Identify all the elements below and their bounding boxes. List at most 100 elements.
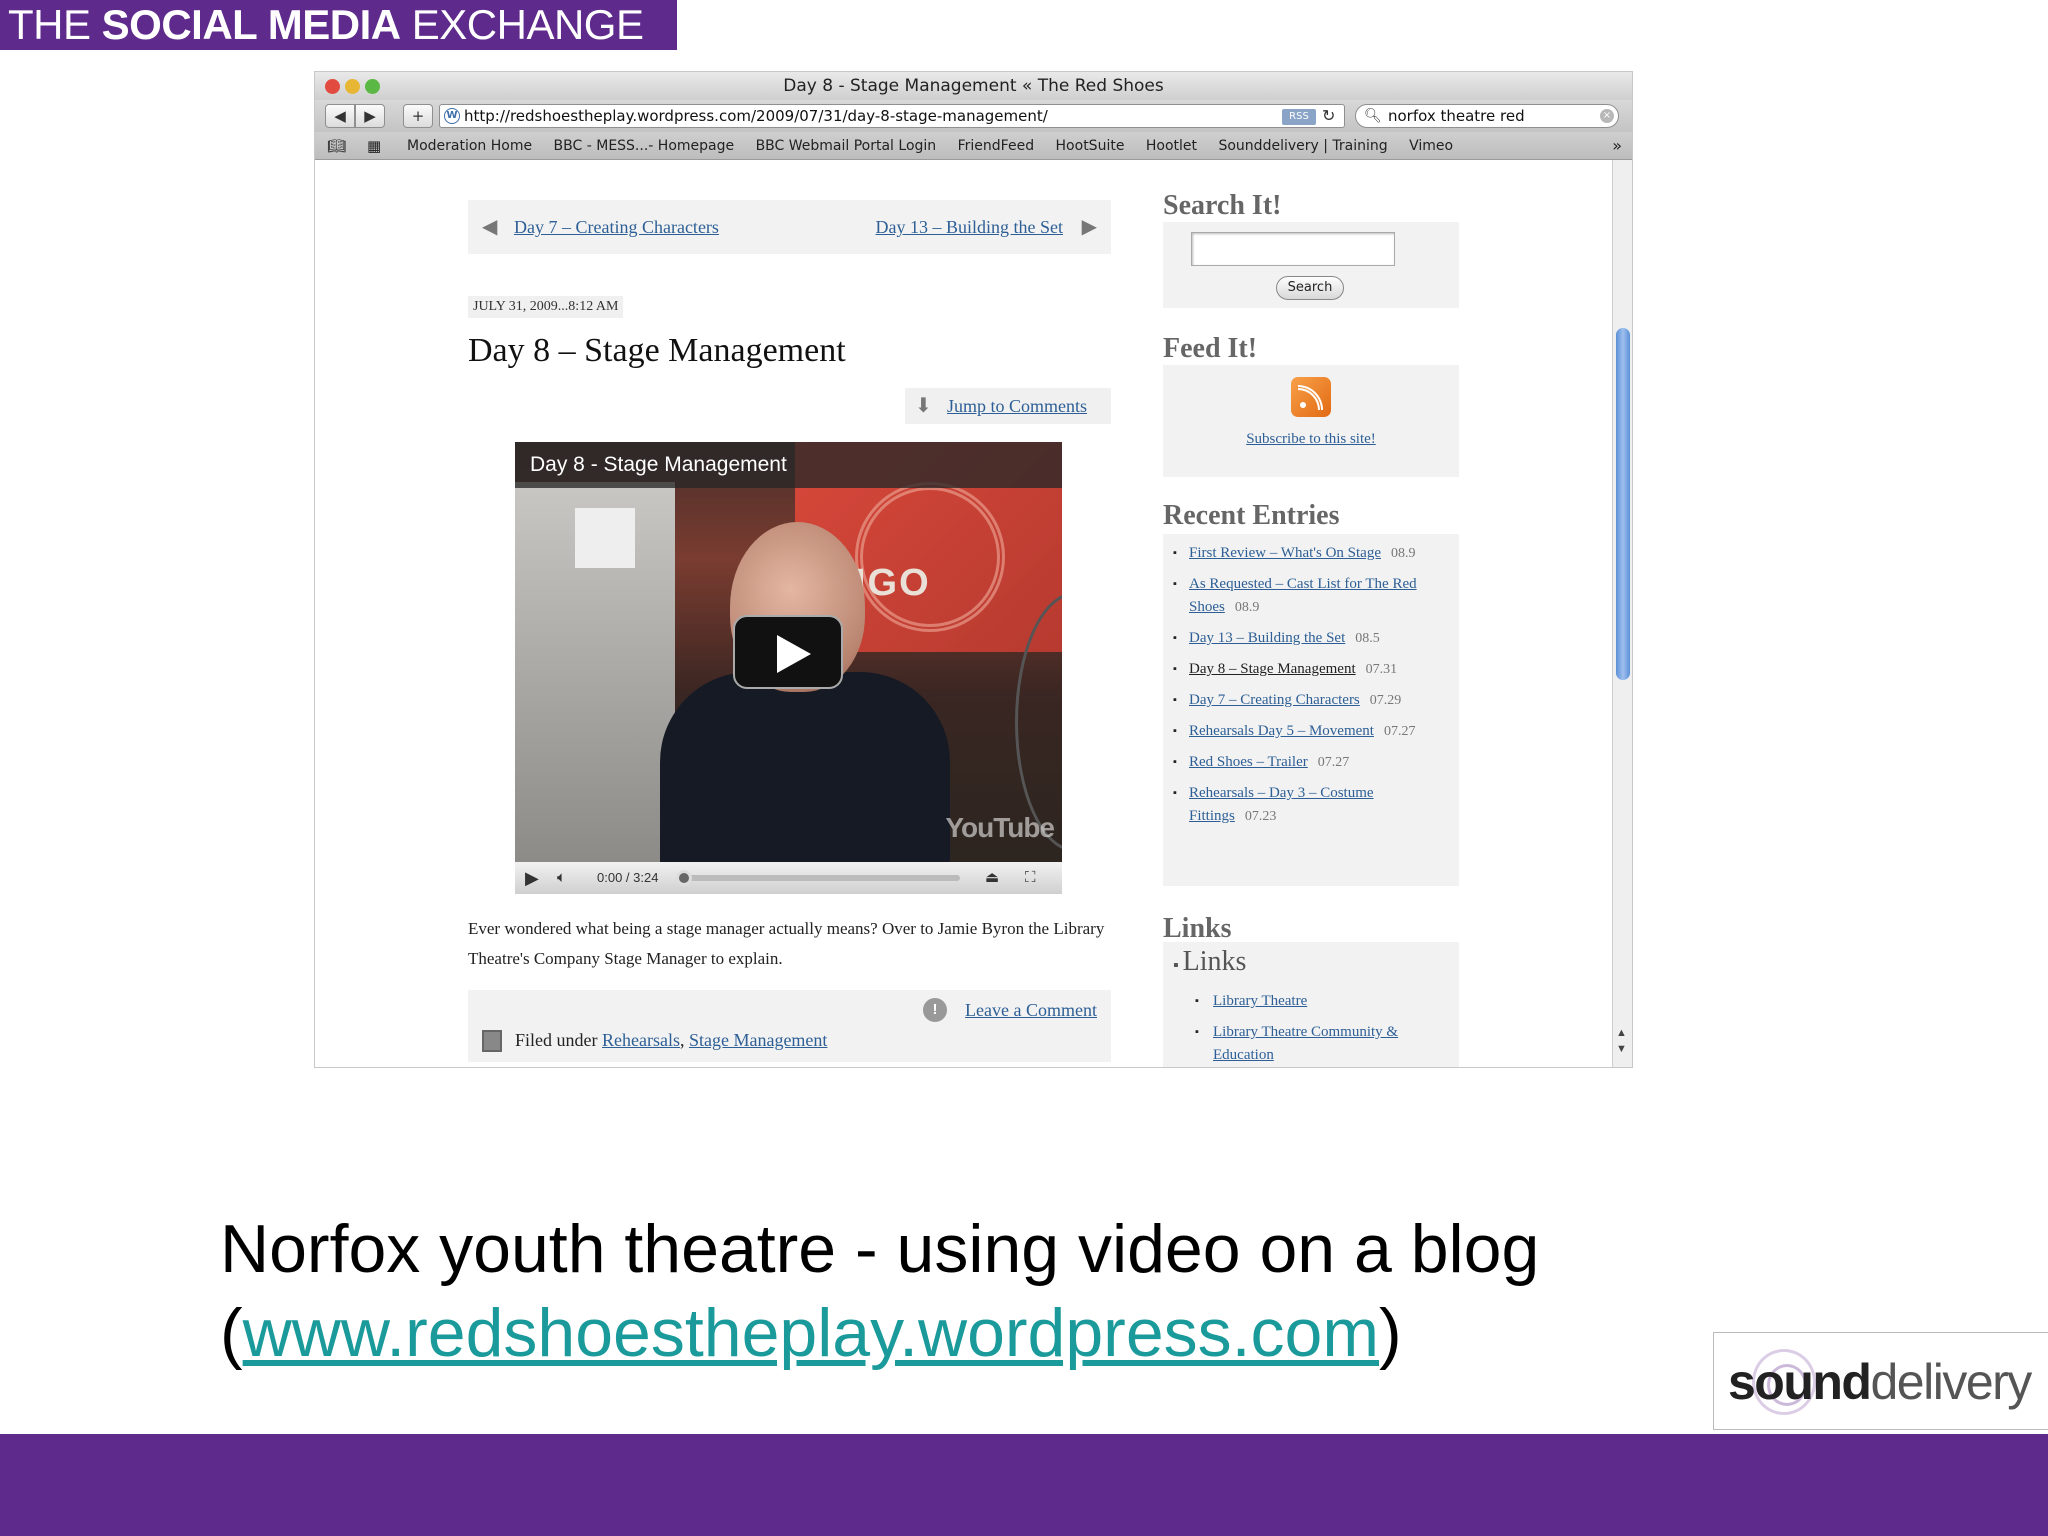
list-item: Day 7 – Creating Characters 07.29 (1173, 689, 1453, 712)
post-date: JULY 31, 2009...8:12 AM (468, 296, 624, 318)
close-window-button[interactable] (325, 79, 340, 94)
left-arrow-icon: ◀ (482, 216, 498, 238)
recent-entry-date: 08.9 (1391, 546, 1416, 561)
fullscreen-icon[interactable]: ⛶ (1025, 862, 1036, 894)
post-navigation: ◀ Day 7 – Creating Characters Day 13 – B… (468, 200, 1111, 254)
minimize-window-button[interactable] (345, 79, 360, 94)
slide: THE SOCIAL MEDIA EXCHANGE Day 8 - Stage … (0, 0, 2048, 1536)
next-post-link[interactable]: Day 13 – Building the Set (876, 200, 1064, 254)
window-titlebar: Day 8 - Stage Management « The Red Shoes (315, 72, 1632, 100)
links-subheading: Links (1173, 946, 1247, 978)
blogroll-link[interactable]: Library Theatre (1213, 993, 1307, 1009)
footer-bar (0, 1434, 2048, 1536)
reload-icon[interactable]: ↻ (1322, 105, 1335, 127)
links-heading: Links (1163, 913, 1232, 944)
search-input[interactable] (1191, 232, 1395, 266)
banner-pre: THE (8, 1, 102, 48)
zoom-window-button[interactable] (365, 79, 380, 94)
category-link[interactable]: Stage Management (689, 1030, 827, 1050)
rss-feed-icon[interactable] (1291, 377, 1331, 417)
filed-under-label: Filed under (515, 1030, 602, 1050)
recent-entry-link[interactable]: Day 13 – Building the Set (1189, 630, 1345, 646)
search-button[interactable]: Search (1276, 276, 1344, 300)
comment-icon: ! (923, 998, 947, 1022)
slide-caption: Norfox youth theatre - using video on a … (220, 1207, 1539, 1375)
browser-window: Day 8 - Stage Management « The Red Shoes… (315, 72, 1632, 1067)
bookmark-list: Moderation Home BBC - MESS...- Homepage … (407, 132, 1470, 160)
post-title: Day 8 – Stage Management (468, 332, 846, 369)
recent-entry-link[interactable]: As Requested – Cast List for The Red Sho… (1189, 576, 1417, 615)
category-link[interactable]: Rehearsals (602, 1030, 680, 1050)
list-item: First Review – What's On Stage 08.9 (1173, 542, 1453, 565)
bookmark-item[interactable]: Sounddelivery | Training (1218, 138, 1387, 154)
jump-to-comments: ⬇ Jump to Comments (905, 388, 1111, 424)
recent-entry-link[interactable]: Rehearsals – Day 3 – Costume Fittings (1189, 785, 1374, 824)
feed-widget: Subscribe to this site! (1163, 365, 1459, 477)
recent-entry-link[interactable]: Red Shoes – Trailer (1189, 754, 1308, 770)
browser-search-field[interactable]: 🔍︎ norfox theatre red × (1355, 104, 1619, 128)
blogroll-link[interactable]: Library Theatre Community & Education (1213, 1024, 1398, 1063)
more-bookmarks-icon[interactable]: » (1612, 132, 1622, 160)
logo-sound: sound (1728, 1354, 1872, 1410)
top-sites-grid-icon[interactable]: ▦ (367, 132, 381, 160)
jump-to-comments-link[interactable]: Jump to Comments (947, 396, 1087, 416)
recent-entry-date: 08.5 (1355, 631, 1380, 646)
forward-arrow-icon: ▶ (364, 107, 376, 125)
recent-entry-date: 07.31 (1365, 662, 1398, 677)
links-widget: Links Library Theatre Library Theatre Co… (1163, 942, 1459, 1067)
video-background-notice (575, 508, 635, 568)
bookmark-item[interactable]: HootSuite (1056, 138, 1125, 154)
bookmark-item[interactable]: Moderation Home (407, 138, 532, 154)
video-scrubber-knob[interactable] (676, 870, 692, 886)
video-play-button[interactable] (733, 615, 843, 689)
video-progress-track[interactable] (680, 875, 960, 881)
video-poster-circle (855, 482, 1005, 632)
leave-comment-link[interactable]: Leave a Comment (965, 996, 1097, 1024)
bookmarks-book-icon[interactable]: 📖︎ (327, 132, 346, 160)
recent-entry-date: 07.27 (1317, 755, 1350, 770)
rss-badge[interactable]: RSS (1282, 109, 1316, 125)
caption-link[interactable]: www.redshoestheplay.wordpress.com (243, 1295, 1379, 1371)
video-background-sign: IGO (855, 562, 931, 604)
bookmarks-bar: 📖︎ ▦ Moderation Home BBC - MESS...- Home… (315, 132, 1632, 160)
recent-entry-link[interactable]: Day 7 – Creating Characters (1189, 692, 1360, 708)
forward-button[interactable]: ▶ (355, 104, 385, 128)
vertical-scrollbar[interactable]: ▲ ▼ (1612, 160, 1632, 1067)
bookmark-item[interactable]: Hootlet (1146, 138, 1197, 154)
clear-search-icon[interactable]: × (1600, 109, 1614, 123)
recent-entry-link[interactable]: First Review – What's On Stage (1189, 545, 1381, 561)
play-icon[interactable]: ▶ (525, 862, 539, 894)
bookmark-item[interactable]: Vimeo (1409, 138, 1453, 154)
sounddelivery-logo: sounddelivery (1713, 1332, 2048, 1430)
youtube-video-player[interactable]: IGO Day 8 - Stage Management YouTube ▶ 🔈… (515, 442, 1062, 894)
back-button[interactable]: ◀ (325, 104, 355, 128)
address-bar[interactable]: W http://redshoestheplay.wordpress.com/2… (439, 104, 1345, 128)
previous-post-link[interactable]: Day 7 – Creating Characters (514, 200, 719, 254)
logo-delivery: delivery (1870, 1354, 2032, 1410)
scroll-down-icon[interactable]: ▼ (1616, 1043, 1627, 1055)
folder-icon (482, 1030, 502, 1052)
feed-heading: Feed It! (1163, 333, 1258, 364)
bookmark-item[interactable]: FriendFeed (958, 138, 1034, 154)
video-title[interactable]: Day 8 - Stage Management (515, 442, 1062, 488)
caption-url-line: (www.redshoestheplay.wordpress.com) (220, 1291, 1539, 1375)
scroll-thumb[interactable] (1616, 328, 1630, 680)
caption-line: Norfox youth theatre - using video on a … (220, 1211, 1540, 1287)
links-list: Library Theatre Library Theatre Communit… (1195, 990, 1445, 1067)
bookmark-item[interactable]: BBC - MESS...- Homepage (554, 138, 735, 154)
search-heading: Search It! (1163, 190, 1282, 221)
right-arrow-icon: ▶ (1081, 216, 1097, 238)
volume-icon[interactable]: 🔈︎ (557, 862, 566, 894)
recent-entry-link[interactable]: Day 8 – Stage Management (1189, 661, 1356, 677)
scroll-up-icon[interactable]: ▲ (1616, 1027, 1627, 1039)
browser-search-value: norfox theatre red (1388, 107, 1525, 125)
subscribe-link[interactable]: Subscribe to this site! (1163, 431, 1459, 448)
banner-bold: SOCIAL MEDIA (101, 1, 401, 48)
logo-wordmark: sounddelivery (1728, 1353, 2032, 1411)
add-bookmark-button[interactable]: + (403, 104, 433, 128)
caption-close-paren: ) (1379, 1295, 1402, 1371)
expand-menu-icon[interactable]: ⏏ (985, 862, 999, 894)
bookmark-item[interactable]: BBC Webmail Portal Login (756, 138, 937, 154)
recent-entry-link[interactable]: Rehearsals Day 5 – Movement (1189, 723, 1374, 739)
youtube-logo[interactable]: YouTube (945, 812, 1055, 844)
